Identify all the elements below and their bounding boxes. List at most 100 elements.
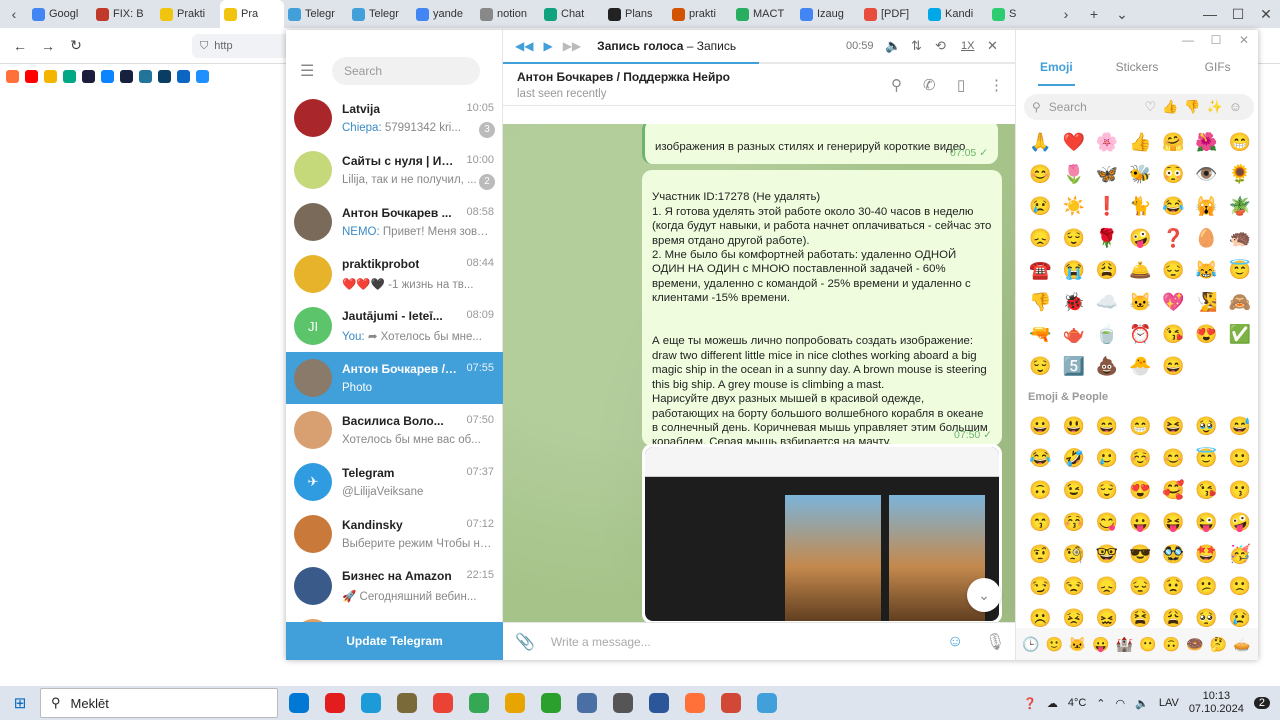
browser-tab[interactable]: FIX: B bbox=[92, 0, 156, 28]
emoji-item[interactable]: 😭 bbox=[1057, 254, 1090, 286]
emoji-category-icon[interactable]: 🐱 bbox=[1069, 636, 1086, 653]
emoji-item[interactable]: 😗 bbox=[1223, 474, 1256, 506]
url-bar[interactable]: ⛉ http bbox=[192, 34, 292, 58]
emoji-item[interactable]: 😌 bbox=[1057, 222, 1090, 254]
browser-tab[interactable]: MACT bbox=[732, 0, 796, 28]
emoji-item[interactable]: 🐣 bbox=[1124, 350, 1157, 382]
emoji-item[interactable]: 😊 bbox=[1024, 158, 1057, 190]
chat-list-item[interactable]: Сайты с нуля | Ин... 10:00 Lilija, так и н… bbox=[286, 144, 503, 196]
close-player-icon[interactable]: ✕ bbox=[987, 38, 998, 54]
emoji-item[interactable]: ❤️ bbox=[1057, 126, 1090, 158]
emoji-item[interactable]: 🐝 bbox=[1124, 158, 1157, 190]
emoji-item[interactable]: 😛 bbox=[1124, 506, 1157, 538]
emoji-item[interactable]: 🦔 bbox=[1223, 222, 1256, 254]
scroll-down-icon[interactable]: ⌄ bbox=[967, 578, 1001, 612]
photo-message[interactable] bbox=[642, 444, 1002, 622]
emoji-item[interactable]: 😄 bbox=[1090, 410, 1123, 442]
emoji-item[interactable]: 😏 bbox=[1024, 570, 1057, 602]
emoji-item[interactable]: 😍 bbox=[1190, 318, 1223, 350]
taskbar-app-icon[interactable] bbox=[392, 688, 422, 718]
emoji-item[interactable]: 😢 bbox=[1024, 190, 1057, 222]
bookmark-app-icon[interactable] bbox=[158, 69, 171, 83]
emoji-category-icon[interactable]: 🕒 bbox=[1022, 636, 1039, 653]
chat-list-item[interactable]: Бизнес на Amazon 22:15 🚀 Сегодняшний вебин… bbox=[286, 560, 503, 612]
taskbar-app-icon[interactable] bbox=[356, 688, 386, 718]
bookmark-firefox-icon[interactable] bbox=[6, 69, 19, 83]
emoji-item[interactable]: 🤩 bbox=[1190, 538, 1223, 570]
emoji-item[interactable]: 🤗 bbox=[1157, 126, 1190, 158]
emoji-item[interactable]: ☁️ bbox=[1090, 286, 1123, 318]
browser-tab[interactable]: Prakti bbox=[156, 0, 220, 28]
fast-forward-icon[interactable]: ▶▶ bbox=[563, 39, 581, 53]
emoji-item[interactable]: 🥳 bbox=[1223, 538, 1256, 570]
emoji-item[interactable]: 😘 bbox=[1157, 318, 1190, 350]
emoji-item[interactable]: 5️⃣ bbox=[1057, 350, 1090, 382]
emoji-item[interactable]: ☺️ bbox=[1124, 442, 1157, 474]
emoji-item[interactable]: 🙏 bbox=[1024, 126, 1057, 158]
emoji-item[interactable]: 😁 bbox=[1124, 410, 1157, 442]
emoji-item[interactable]: ☎️ bbox=[1024, 254, 1057, 286]
emoji-item[interactable]: 😟 bbox=[1157, 570, 1190, 602]
tab-stickers[interactable]: Stickers bbox=[1097, 60, 1178, 74]
message-bubble[interactable]: Участник ID:17278 (Не удалять) 1. Я гото… bbox=[642, 170, 1002, 448]
taskbar-app-icon[interactable] bbox=[644, 688, 674, 718]
message-bubble[interactable]: изображения в разных стилях и генерируй … bbox=[642, 124, 998, 164]
sidebar-toggle-icon[interactable]: ▯ bbox=[957, 76, 965, 94]
emoji-item[interactable]: 👁️ bbox=[1190, 158, 1223, 190]
bookmark-app-icon[interactable] bbox=[196, 69, 209, 83]
emoji-category-icon[interactable]: 😶 bbox=[1139, 636, 1156, 653]
emoji-item[interactable]: 😃 bbox=[1057, 410, 1090, 442]
new-tab-icon[interactable]: + bbox=[1080, 0, 1108, 28]
language-indicator[interactable]: LAV bbox=[1159, 697, 1179, 709]
bookmark-app-icon[interactable] bbox=[177, 69, 190, 83]
repeat-icon[interactable]: ⟲ bbox=[935, 38, 946, 54]
windows-start-icon[interactable]: ⊞ bbox=[0, 694, 40, 712]
emoji-item[interactable]: 😁 bbox=[1223, 126, 1256, 158]
wifi-icon[interactable]: ◠ bbox=[1116, 697, 1126, 710]
taskbar-app-icon[interactable] bbox=[680, 688, 710, 718]
taskbar-search[interactable]: ⚲ Meklēt bbox=[40, 688, 278, 718]
bookmark-app-icon[interactable] bbox=[101, 69, 114, 83]
emoji-item[interactable]: 🙈 bbox=[1223, 286, 1256, 318]
browser-tab[interactable]: Googl bbox=[28, 0, 92, 28]
volume-icon[interactable]: 🔈 bbox=[1135, 697, 1149, 710]
taskbar-app-icon[interactable] bbox=[608, 688, 638, 718]
emoji-item[interactable]: ☀️ bbox=[1057, 190, 1090, 222]
emoji-category-icon[interactable]: 🤔 bbox=[1210, 636, 1227, 653]
order-icon[interactable]: ⇅ bbox=[911, 38, 922, 54]
emoji-icon[interactable]: ☺ bbox=[947, 633, 963, 651]
search-icon[interactable]: ⚲ bbox=[891, 76, 902, 94]
browser-tab[interactable]: Telegr bbox=[348, 0, 412, 28]
bookmark-app-icon[interactable] bbox=[120, 69, 133, 83]
bookmark-app-icon[interactable] bbox=[82, 69, 95, 83]
emoji-item[interactable]: 😍 bbox=[1124, 474, 1157, 506]
play-icon[interactable]: ▶ bbox=[543, 39, 552, 53]
chat-title[interactable]: Антон Бочкарев / Поддержка Нейро bbox=[517, 70, 1015, 84]
taskbar-app-icon[interactable] bbox=[572, 688, 602, 718]
chat-list-item[interactable]: Latvija 10:05 Chiepa: 57991342 kri... 3 bbox=[286, 92, 503, 144]
emoji-item[interactable]: 😳 bbox=[1157, 158, 1190, 190]
chat-list-item[interactable]: praktikprobot 08:44 ❤️❤️🖤 -1 жизнь на тв..… bbox=[286, 248, 503, 300]
emoji-item[interactable]: 😀 bbox=[1024, 410, 1057, 442]
taskbar-app-icon[interactable] bbox=[536, 688, 566, 718]
emoji-item[interactable]: 😘 bbox=[1190, 474, 1223, 506]
emoji-item[interactable]: 😉 bbox=[1057, 474, 1090, 506]
bookmark-youtube-icon[interactable] bbox=[25, 69, 38, 83]
tg-close-icon[interactable]: ✕ bbox=[1230, 33, 1258, 47]
emoji-item[interactable]: 🤪 bbox=[1124, 222, 1157, 254]
emoji-item[interactable]: 😇 bbox=[1190, 442, 1223, 474]
tg-maximize-icon[interactable]: ☐ bbox=[1202, 33, 1230, 47]
chat-list-item[interactable]: Василиса Воло... 07:50 Хотелось бы мне вас… bbox=[286, 404, 503, 456]
tab-emoji[interactable]: Emoji bbox=[1016, 60, 1097, 86]
update-telegram-button[interactable]: Update Telegram bbox=[286, 622, 503, 660]
emoji-item[interactable]: 😞 bbox=[1090, 570, 1123, 602]
browser-tab[interactable]: Izaug bbox=[796, 0, 860, 28]
chat-search-input[interactable]: Search bbox=[332, 57, 480, 85]
emoji-item[interactable]: 🪴 bbox=[1223, 190, 1256, 222]
emoji-item[interactable]: 😜 bbox=[1190, 506, 1223, 538]
emoji-item[interactable]: 🤓 bbox=[1090, 538, 1123, 570]
browser-tab[interactable]: Chat bbox=[540, 0, 604, 28]
emoji-item[interactable]: 🤪 bbox=[1223, 506, 1256, 538]
emoji-item[interactable]: ❓ bbox=[1157, 222, 1190, 254]
taskbar-app-icon[interactable] bbox=[716, 688, 746, 718]
